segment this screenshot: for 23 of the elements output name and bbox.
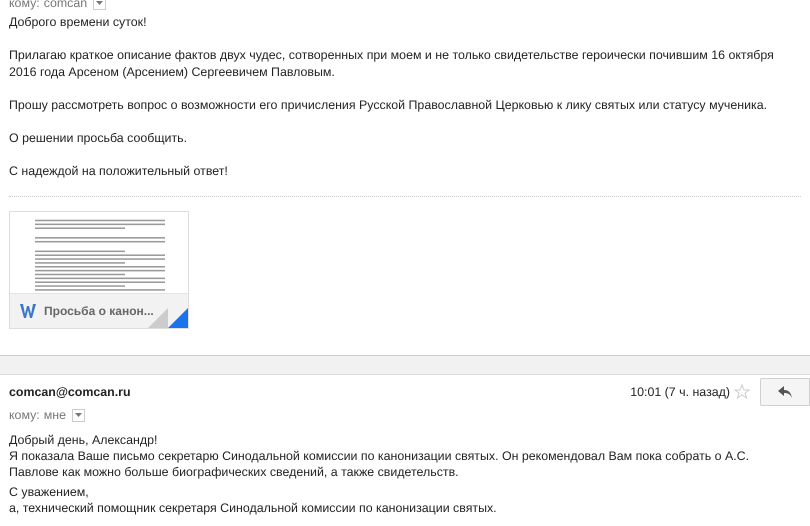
reply-button[interactable] — [760, 378, 810, 406]
recipient: comcan — [44, 0, 88, 10]
message-paragraph: Доброго времени суток! — [9, 14, 148, 31]
recipient: мне — [44, 408, 66, 422]
sender-email: comcan@comcan.ru — [9, 385, 132, 399]
message-time: 10:01 (7 ч. назад) — [630, 385, 730, 399]
dropdown-icon[interactable] — [93, 0, 106, 10]
message-paragraph: С надеждой на положительный ответ! — [9, 163, 229, 180]
star-icon[interactable] — [734, 384, 750, 400]
recipient-label: кому: — [9, 408, 40, 422]
message-paragraph: О решении просьба сообщить. — [9, 130, 188, 147]
word-document-icon — [20, 303, 36, 319]
message-line: Добрый день, Александр! — [9, 432, 158, 448]
attachment-card[interactable]: Просьба о канон... — [9, 211, 189, 329]
message-paragraph: Прошу рассмотреть вопрос о возможности его причисления Русской Православной Церковью к лику святых или статусу мученика. — [9, 97, 768, 114]
message-paragraph: Прилагаю краткое описание фактов двух чудес, сотворенных при моем и не только свидетельстве героически почившим 16 октября 2016 года Арсеном (Арсением) Сергеевичем Павловым. — [9, 47, 775, 81]
message-line: С уважением, — [9, 484, 90, 500]
message-line: Я показала Ваше письмо секретарю Синодальной комиссии по канонизации святых. Он рекомендовал Вам пока собрать о А.С. Павлове как можно больше биографических сведений, а также свидетельств. — [9, 448, 750, 480]
recipient-label: кому: — [9, 0, 40, 10]
dropdown-icon[interactable] — [72, 408, 86, 422]
message-line: а, технический помощник секретаря Синодальной комиссии по канонизации святых. — [9, 500, 498, 516]
reply-icon — [778, 386, 792, 398]
file-name: Просьба о канон... — [44, 304, 154, 318]
